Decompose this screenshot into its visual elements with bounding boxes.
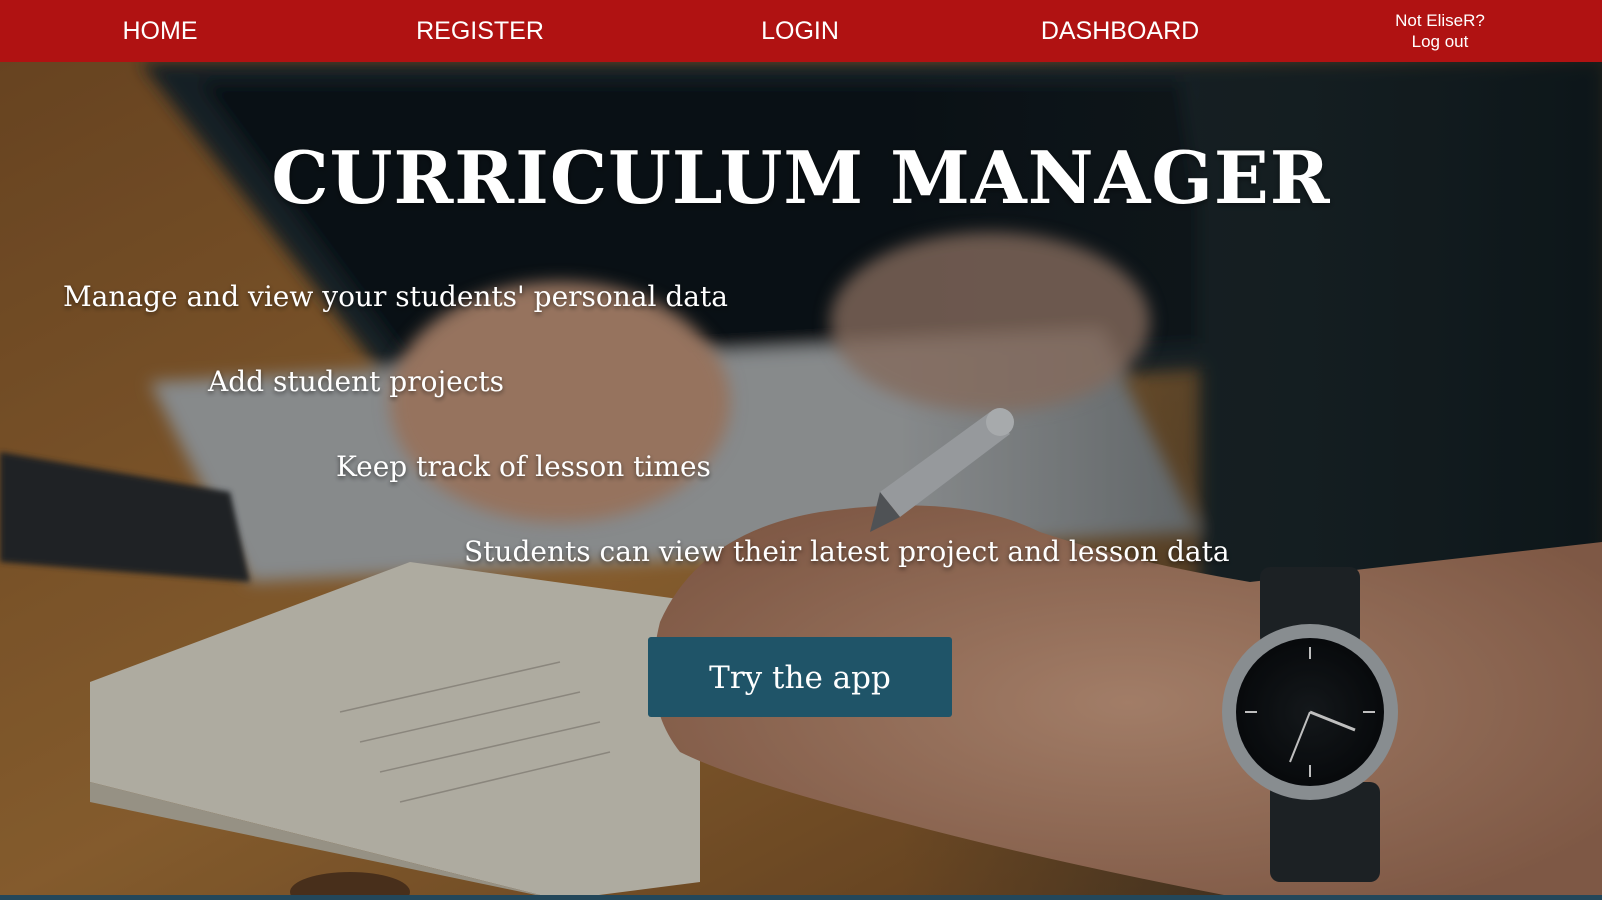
feature-text-student-view: Students can view their latest project a…	[464, 535, 1230, 568]
logout-link[interactable]: Log out	[1380, 31, 1500, 52]
page-title: CURRICULUM MANAGER	[271, 135, 1331, 220]
top-navbar: HOME REGISTER LOGIN DASHBOARD Not EliseR…	[0, 0, 1602, 62]
hero-bottom-border	[0, 895, 1602, 900]
nav-dashboard-link[interactable]: DASHBOARD	[1030, 0, 1210, 62]
feature-text-projects: Add student projects	[208, 365, 505, 398]
feature-text-personal-data: Manage and view your students' personal …	[63, 280, 728, 313]
nav-login-link[interactable]: LOGIN	[740, 0, 860, 62]
not-user-link[interactable]: Not EliseR?	[1380, 10, 1500, 31]
nav-home-link[interactable]: HOME	[100, 0, 220, 62]
user-menu: Not EliseR? Log out	[1380, 10, 1500, 52]
try-app-button[interactable]: Try the app	[648, 637, 952, 717]
nav-register-link[interactable]: REGISTER	[400, 0, 560, 62]
feature-text-lesson-times: Keep track of lesson times	[336, 450, 711, 483]
